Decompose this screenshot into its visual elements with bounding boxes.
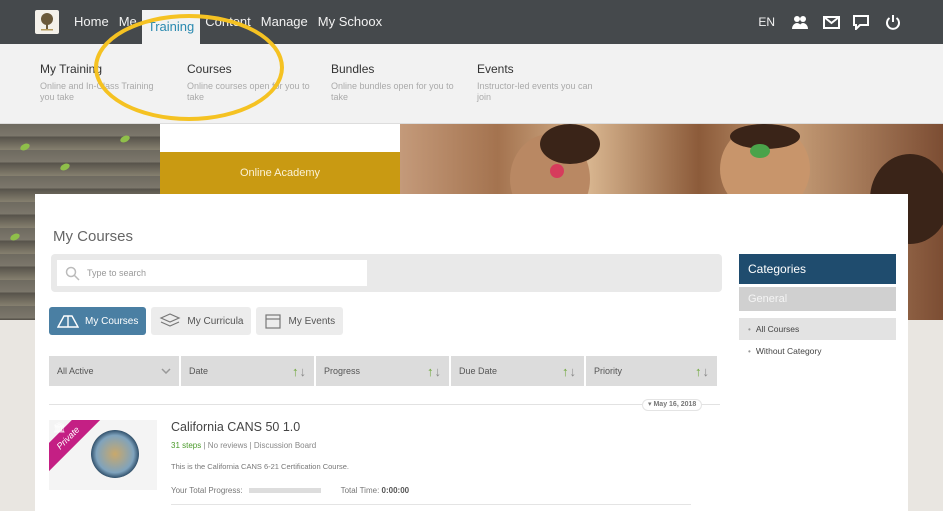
child-hair — [540, 124, 600, 164]
filter-label: Due Date — [459, 366, 498, 376]
sort-arrows-icon[interactable]: ↑ ↓ — [562, 365, 576, 378]
nav-me[interactable]: Me — [114, 0, 142, 44]
category-all-courses[interactable]: • All Courses — [739, 318, 896, 340]
search-icon — [65, 266, 80, 281]
page-title: My Courses — [53, 228, 134, 245]
category-without-category[interactable]: • Without Category — [739, 340, 896, 362]
discussion-board-link[interactable]: Discussion Board — [254, 441, 316, 450]
color-powder — [750, 144, 770, 158]
dropdown-item-title: Bundles — [331, 62, 375, 76]
search-box — [57, 260, 367, 286]
tree-logo-icon — [41, 13, 53, 31]
sort-arrows-icon[interactable]: ↑ ↓ — [427, 365, 441, 378]
tab-label: My Events — [288, 315, 336, 327]
dropdown-item-desc: Online bundles open for you to take — [331, 81, 454, 102]
nav-my-schoox[interactable]: My Schoox — [313, 0, 387, 44]
course-divider — [171, 504, 691, 505]
tab-my-events[interactable]: My Events — [256, 307, 344, 335]
date-tag: ▾ May 16, 2018 — [642, 399, 703, 411]
progress-bar — [248, 488, 321, 493]
course-progress-row: Your Total Progress: Total Time: 0:00:00 — [171, 486, 409, 495]
filter-label: Priority — [594, 366, 623, 376]
total-time: Total Time: 0:00:00 — [341, 486, 410, 495]
dropdown-item-title: Courses — [187, 62, 232, 76]
course-tabs: My Courses My Curricula My Events — [49, 307, 344, 335]
logo[interactable] — [35, 10, 59, 34]
time-label: Total Time: — [340, 486, 380, 495]
course-title[interactable]: California CANS 50 1.0 — [171, 420, 300, 434]
filter-label: Date — [189, 366, 209, 376]
filter-label: Progress — [324, 366, 361, 376]
dropdown-item-my-training[interactable]: My Training Online and In-Class Training… — [40, 62, 170, 103]
main-nav: Home Me Training Content Manage My Schoo… — [69, 0, 387, 44]
calendar-icon — [265, 314, 282, 329]
search-bar — [51, 254, 722, 292]
header-tools: EN — [758, 0, 903, 44]
curricula-icon — [159, 313, 181, 327]
dropdown-item-bundles[interactable]: Bundles Online bundles open for you to t… — [331, 62, 461, 103]
training-dropdown: My Training Online and In-Class Training… — [0, 44, 943, 124]
dropdown-item-desc: Online and In-Class Training you take — [40, 81, 154, 102]
tab-label: My Courses — [85, 315, 139, 327]
sort-date[interactable]: Date ↑ ↓ — [181, 356, 314, 386]
category-label: All Courses — [755, 324, 800, 334]
courses-icon — [57, 315, 79, 328]
course-reviews: No reviews — [207, 441, 248, 450]
course-description: This is the California CANS 6-21 Certifi… — [171, 462, 349, 471]
search-input[interactable] — [87, 265, 357, 281]
progress-label: Your Total Progress: — [171, 486, 243, 495]
dropdown-item-courses[interactable]: Courses Online courses open for you to t… — [187, 62, 317, 103]
dropdown-item-desc: Instructor-led events you can join — [477, 81, 593, 102]
dropdown-item-title: My Training — [40, 62, 103, 76]
category-general[interactable]: General — [739, 287, 896, 311]
category-label: Without Category — [755, 346, 822, 356]
chat-icon[interactable] — [852, 12, 872, 32]
nav-manage[interactable]: Manage — [256, 0, 313, 44]
course-meta: 31 steps | No reviews | Discussion Board — [171, 441, 316, 450]
academy-label: Online Academy — [160, 152, 400, 194]
power-icon[interactable] — [883, 12, 903, 32]
date-tag-text: May 16, 2018 — [653, 401, 697, 408]
sort-due-date[interactable]: Due Date ↑ ↓ — [451, 356, 584, 386]
date-divider — [49, 404, 720, 405]
tab-label: My Curricula — [187, 315, 244, 327]
sort-priority[interactable]: Priority ↑ ↓ — [586, 356, 717, 386]
institution-icon: 🏛 — [53, 423, 66, 434]
status-filter[interactable]: All Active — [49, 356, 179, 386]
bullet-icon: • — [748, 325, 751, 334]
academy-card — [160, 124, 400, 152]
mail-icon[interactable] — [821, 12, 841, 32]
language-selector[interactable]: EN — [758, 15, 775, 29]
sort-arrows-icon[interactable]: ↑ ↓ — [292, 365, 306, 378]
sort-progress[interactable]: Progress ↑ ↓ — [316, 356, 449, 386]
nav-training[interactable]: Training — [141, 10, 201, 44]
categories-header: Categories — [739, 254, 896, 284]
dropdown-item-desc: Online courses open for you to take — [187, 81, 310, 102]
course-steps-link[interactable]: 31 steps — [171, 441, 201, 450]
filter-label: All Active — [57, 366, 94, 376]
dropdown-item-events[interactable]: Events Instructor-led events you can joi… — [477, 62, 607, 103]
nav-home[interactable]: Home — [69, 0, 114, 44]
nav-content[interactable]: Content — [200, 0, 256, 44]
california-seal-image — [91, 430, 139, 478]
chevron-down-icon — [161, 368, 171, 374]
time-value: 0:00:00 — [381, 486, 410, 495]
my-courses-panel: My Courses My Courses My Curricula My Ev… — [35, 194, 908, 511]
top-navigation-bar: Home Me Training Content Manage My Schoo… — [0, 0, 943, 44]
color-powder — [550, 164, 564, 178]
dropdown-item-title: Events — [477, 62, 514, 76]
sort-filter-bar: All Active Date ↑ ↓ Progress ↑ ↓ Due Date … — [49, 356, 717, 386]
tab-my-curricula[interactable]: My Curricula — [151, 307, 252, 335]
course-thumbnail[interactable]: Private 🏛 — [49, 420, 157, 490]
people-icon[interactable] — [790, 12, 810, 32]
tab-my-courses[interactable]: My Courses — [49, 307, 147, 335]
sort-arrows-icon[interactable]: ↑ ↓ — [695, 365, 709, 378]
bullet-icon: • — [748, 347, 751, 356]
